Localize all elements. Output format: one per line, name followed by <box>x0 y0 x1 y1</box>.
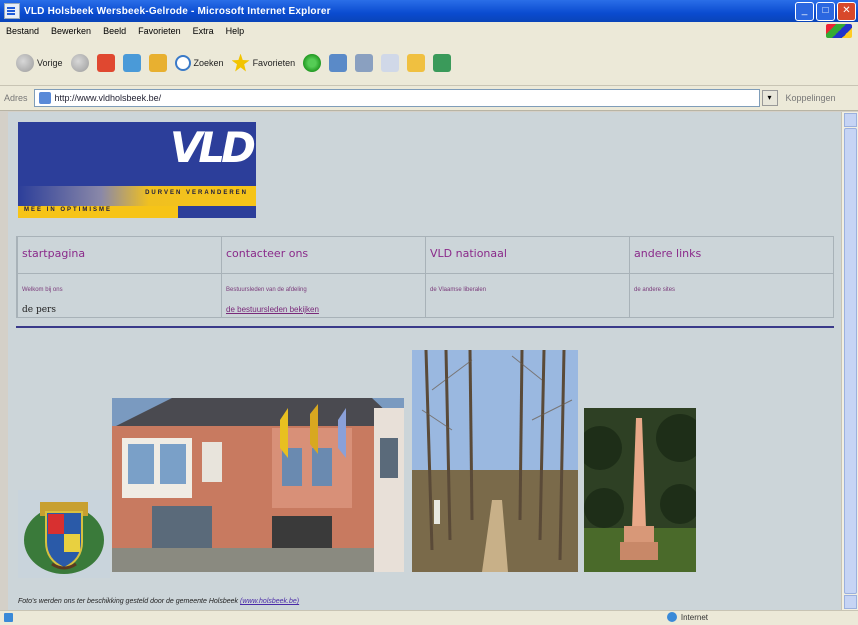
nav-col-startpagina: startpagina Welkom bij ons de pers <box>17 237 222 317</box>
windows-logo-icon <box>826 24 852 38</box>
nav-sub-contact[interactable]: Bestuursleden van de afdeling <box>226 287 307 293</box>
nav-link-andere-links[interactable]: andere links <box>634 247 701 260</box>
forward-arrow-icon <box>70 53 89 72</box>
status-bar: Internet <box>0 610 858 625</box>
page-icon <box>38 92 51 104</box>
nav-table: startpagina Welkom bij ons de pers conta… <box>16 236 834 318</box>
window-controls: _ □ ✕ <box>795 2 856 21</box>
menu-view[interactable]: Beeld <box>97 26 132 36</box>
home-icon <box>148 53 167 72</box>
stop-icon <box>96 53 115 72</box>
nav-link-contacteer-ons[interactable]: contacteer ons <box>226 247 308 260</box>
refresh-icon <box>122 53 141 72</box>
nav-sub2-pers[interactable]: de pers <box>22 305 56 315</box>
mail-icon <box>329 53 348 72</box>
stop-button[interactable] <box>96 53 115 72</box>
address-label: Adres <box>4 93 28 103</box>
mail-button[interactable] <box>329 53 348 72</box>
address-bar: Adres http://www.vldholsbeek.be/ ▾ Koppe… <box>0 86 858 111</box>
security-zone: Internet <box>666 612 708 622</box>
nav-sub-vld-nationaal[interactable]: de Vlaamse liberalen <box>430 287 486 293</box>
caption-link[interactable]: (www.holsbeek.be) <box>240 598 299 605</box>
window-title: VLD Holsbeek Wersbeek-Gelrode - Microsof… <box>24 5 331 17</box>
vld-logo[interactable]: VLD DURVEN VERANDEREN MEE IN OPTIMISME <box>18 122 256 218</box>
browser-toolbar: Vorige Zoeken Favorieten <box>0 40 858 86</box>
town-hall-image <box>112 398 404 572</box>
media-button[interactable] <box>303 53 322 72</box>
page-content: VLD DURVEN VERANDEREN MEE IN OPTIMISME s… <box>8 112 842 610</box>
address-dropdown-button[interactable]: ▾ <box>761 90 778 106</box>
print-button[interactable] <box>355 53 374 72</box>
zone-label: Internet <box>680 612 708 622</box>
scroll-thumb[interactable] <box>844 128 857 594</box>
logo-brand: VLD <box>169 123 256 172</box>
favorites-label: Favorieten <box>252 57 296 68</box>
search-label: Zoeken <box>193 57 224 68</box>
nav-sub2-bestuursleden[interactable]: de bestuursleden bekijken <box>226 305 319 314</box>
favorites-button[interactable]: Favorieten <box>231 53 296 72</box>
menu-favorites[interactable]: Favorieten <box>132 26 187 36</box>
content-divider <box>16 326 834 328</box>
print-icon <box>355 53 374 72</box>
logo-slogan: DURVEN VERANDEREN <box>145 190 248 196</box>
edit-icon <box>381 53 400 72</box>
folder-icon <box>407 53 426 72</box>
minimize-button[interactable]: _ <box>795 2 814 21</box>
address-input[interactable]: http://www.vldholsbeek.be/ <box>33 89 760 107</box>
nav-link-startpagina[interactable]: startpagina <box>22 247 85 260</box>
nav-col-andere-links: andere links de andere sites <box>629 237 834 317</box>
menu-help[interactable]: Help <box>220 26 251 36</box>
monument-image <box>584 408 696 572</box>
refresh-button[interactable] <box>122 53 141 72</box>
menu-tools[interactable]: Extra <box>187 26 220 36</box>
forest-path-image <box>412 350 578 572</box>
scroll-up-button[interactable] <box>844 113 857 127</box>
window-titlebar: VLD Holsbeek Wersbeek-Gelrode - Microsof… <box>0 0 858 22</box>
photo-caption: Foto's werden ons ter beschikking gestel… <box>18 598 299 605</box>
media-icon <box>303 53 322 72</box>
logo-slogan-2: MEE IN OPTIMISME <box>24 207 113 213</box>
favorites-star-icon <box>231 53 250 72</box>
page-status-icon <box>4 613 13 622</box>
nav-sub-startpagina[interactable]: Welkom bij ons <box>22 287 63 293</box>
caption-text: Foto's werden ons ter beschikking gestel… <box>18 598 239 605</box>
forward-button[interactable] <box>70 53 89 72</box>
edit-button[interactable] <box>381 53 400 72</box>
internet-globe-icon <box>666 612 677 622</box>
coat-of-arms-image <box>18 490 110 578</box>
menu-file[interactable]: Bestand <box>0 26 45 36</box>
maximize-button[interactable]: □ <box>816 2 835 21</box>
search-button[interactable]: Zoeken <box>174 54 224 71</box>
home-button[interactable] <box>148 53 167 72</box>
close-button[interactable]: ✕ <box>837 2 856 21</box>
nav-sub-andere-links[interactable]: de andere sites <box>634 287 675 293</box>
back-button[interactable]: Vorige <box>16 53 63 72</box>
messenger-button[interactable] <box>433 53 452 72</box>
nav-link-vld-nationaal[interactable]: VLD nationaal <box>430 247 507 260</box>
messenger-icon <box>433 53 452 72</box>
folder-button[interactable] <box>407 53 426 72</box>
back-arrow-icon <box>16 53 34 72</box>
ie-page-icon <box>4 3 20 19</box>
nav-col-contact: contacteer ons Bestuursleden van de afde… <box>221 237 426 317</box>
back-label: Vorige <box>37 57 63 68</box>
search-icon <box>174 54 191 71</box>
menu-bar: Bestand Bewerken Beeld Favorieten Extra … <box>0 22 858 41</box>
vertical-scrollbar[interactable] <box>841 112 858 610</box>
logo-stripe <box>18 186 256 206</box>
links-button[interactable]: Koppelingen <box>786 93 836 103</box>
menu-edit[interactable]: Bewerken <box>45 26 97 36</box>
scroll-down-button[interactable] <box>844 595 857 609</box>
nav-col-vld-nationaal: VLD nationaal de Vlaamse liberalen <box>425 237 630 317</box>
address-url: http://www.vldholsbeek.be/ <box>54 93 162 103</box>
